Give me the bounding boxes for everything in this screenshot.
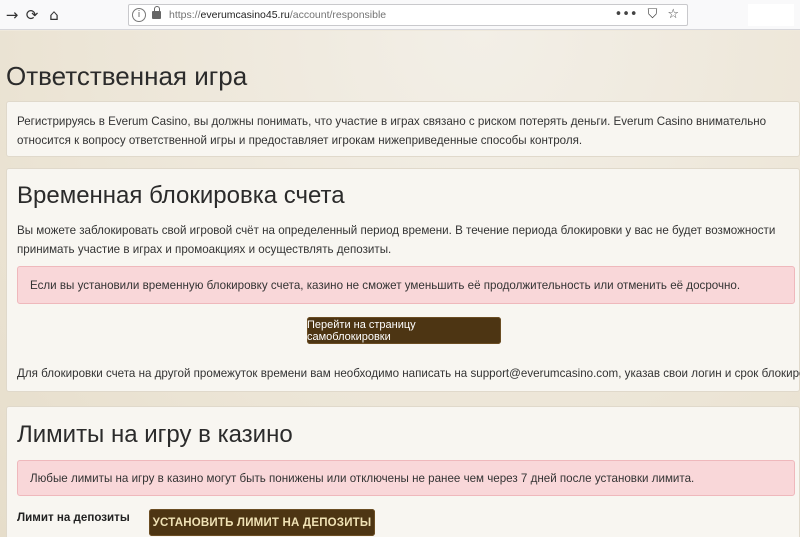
limits-card: Лимиты на игру в казино Любые лимиты на … xyxy=(6,406,800,537)
limits-alert: Любые лимиты на игру в казино могут быть… xyxy=(17,460,795,496)
back-arrow-icon[interactable]: → xyxy=(2,5,22,25)
lock-icon[interactable] xyxy=(152,6,161,19)
intro-text: Регистрируясь в Everum Casino, вы должны… xyxy=(17,115,767,147)
pocket-icon[interactable]: ⛉ xyxy=(648,7,658,22)
address-bar[interactable]: i https://everumcasino45.ru/account/resp… xyxy=(128,4,688,26)
info-icon[interactable]: i xyxy=(132,8,146,22)
account-block-note: Для блокировки счета на другой промежуто… xyxy=(17,367,800,380)
url-protocol: https:// xyxy=(169,9,201,21)
account-block-alert-text: Если вы установили временную блокировку … xyxy=(30,278,741,292)
limits-alert-text: Любые лимиты на игру в казино могут быть… xyxy=(30,471,695,485)
url-text[interactable]: https://everumcasino45.ru/account/respon… xyxy=(169,9,386,21)
intro-card: Регистрируясь в Everum Casino, вы должны… xyxy=(6,101,800,157)
account-block-heading: Временная блокировка счета xyxy=(17,182,345,209)
bookmark-star-icon[interactable]: ☆ xyxy=(667,7,679,22)
more-actions-icon[interactable]: ••• xyxy=(615,7,638,22)
browser-toolbar: → ⟳ ⌂ i https://everumcasino45.ru/accoun… xyxy=(0,0,800,30)
toolbar-blank-area xyxy=(748,4,794,26)
url-domain: everumcasino45.ru xyxy=(200,9,290,21)
limits-heading: Лимиты на игру в казино xyxy=(17,421,293,448)
account-block-alert: Если вы установили временную блокировку … xyxy=(17,266,795,304)
home-icon[interactable]: ⌂ xyxy=(44,5,64,25)
self-block-page-button[interactable]: Перейти на страницу самоблокировки xyxy=(307,317,501,344)
url-actions: ••• ⛉ ☆ xyxy=(615,7,679,22)
set-deposit-limit-button[interactable]: УСТАНОВИТЬ ЛИМИТ НА ДЕПОЗИТЫ xyxy=(149,509,375,536)
url-path: /account/responsible xyxy=(289,9,387,21)
deposit-limit-label: Лимит на депозиты xyxy=(17,511,130,524)
reload-icon[interactable]: ⟳ xyxy=(22,5,42,25)
page-content: Ответственная игра Регистрируясь в Everu… xyxy=(0,31,800,537)
page-title: Ответственная игра xyxy=(6,61,248,91)
account-block-description: Вы можете заблокировать свой игровой счё… xyxy=(17,224,776,256)
account-block-card: Временная блокировка счета Вы можете заб… xyxy=(6,168,800,392)
